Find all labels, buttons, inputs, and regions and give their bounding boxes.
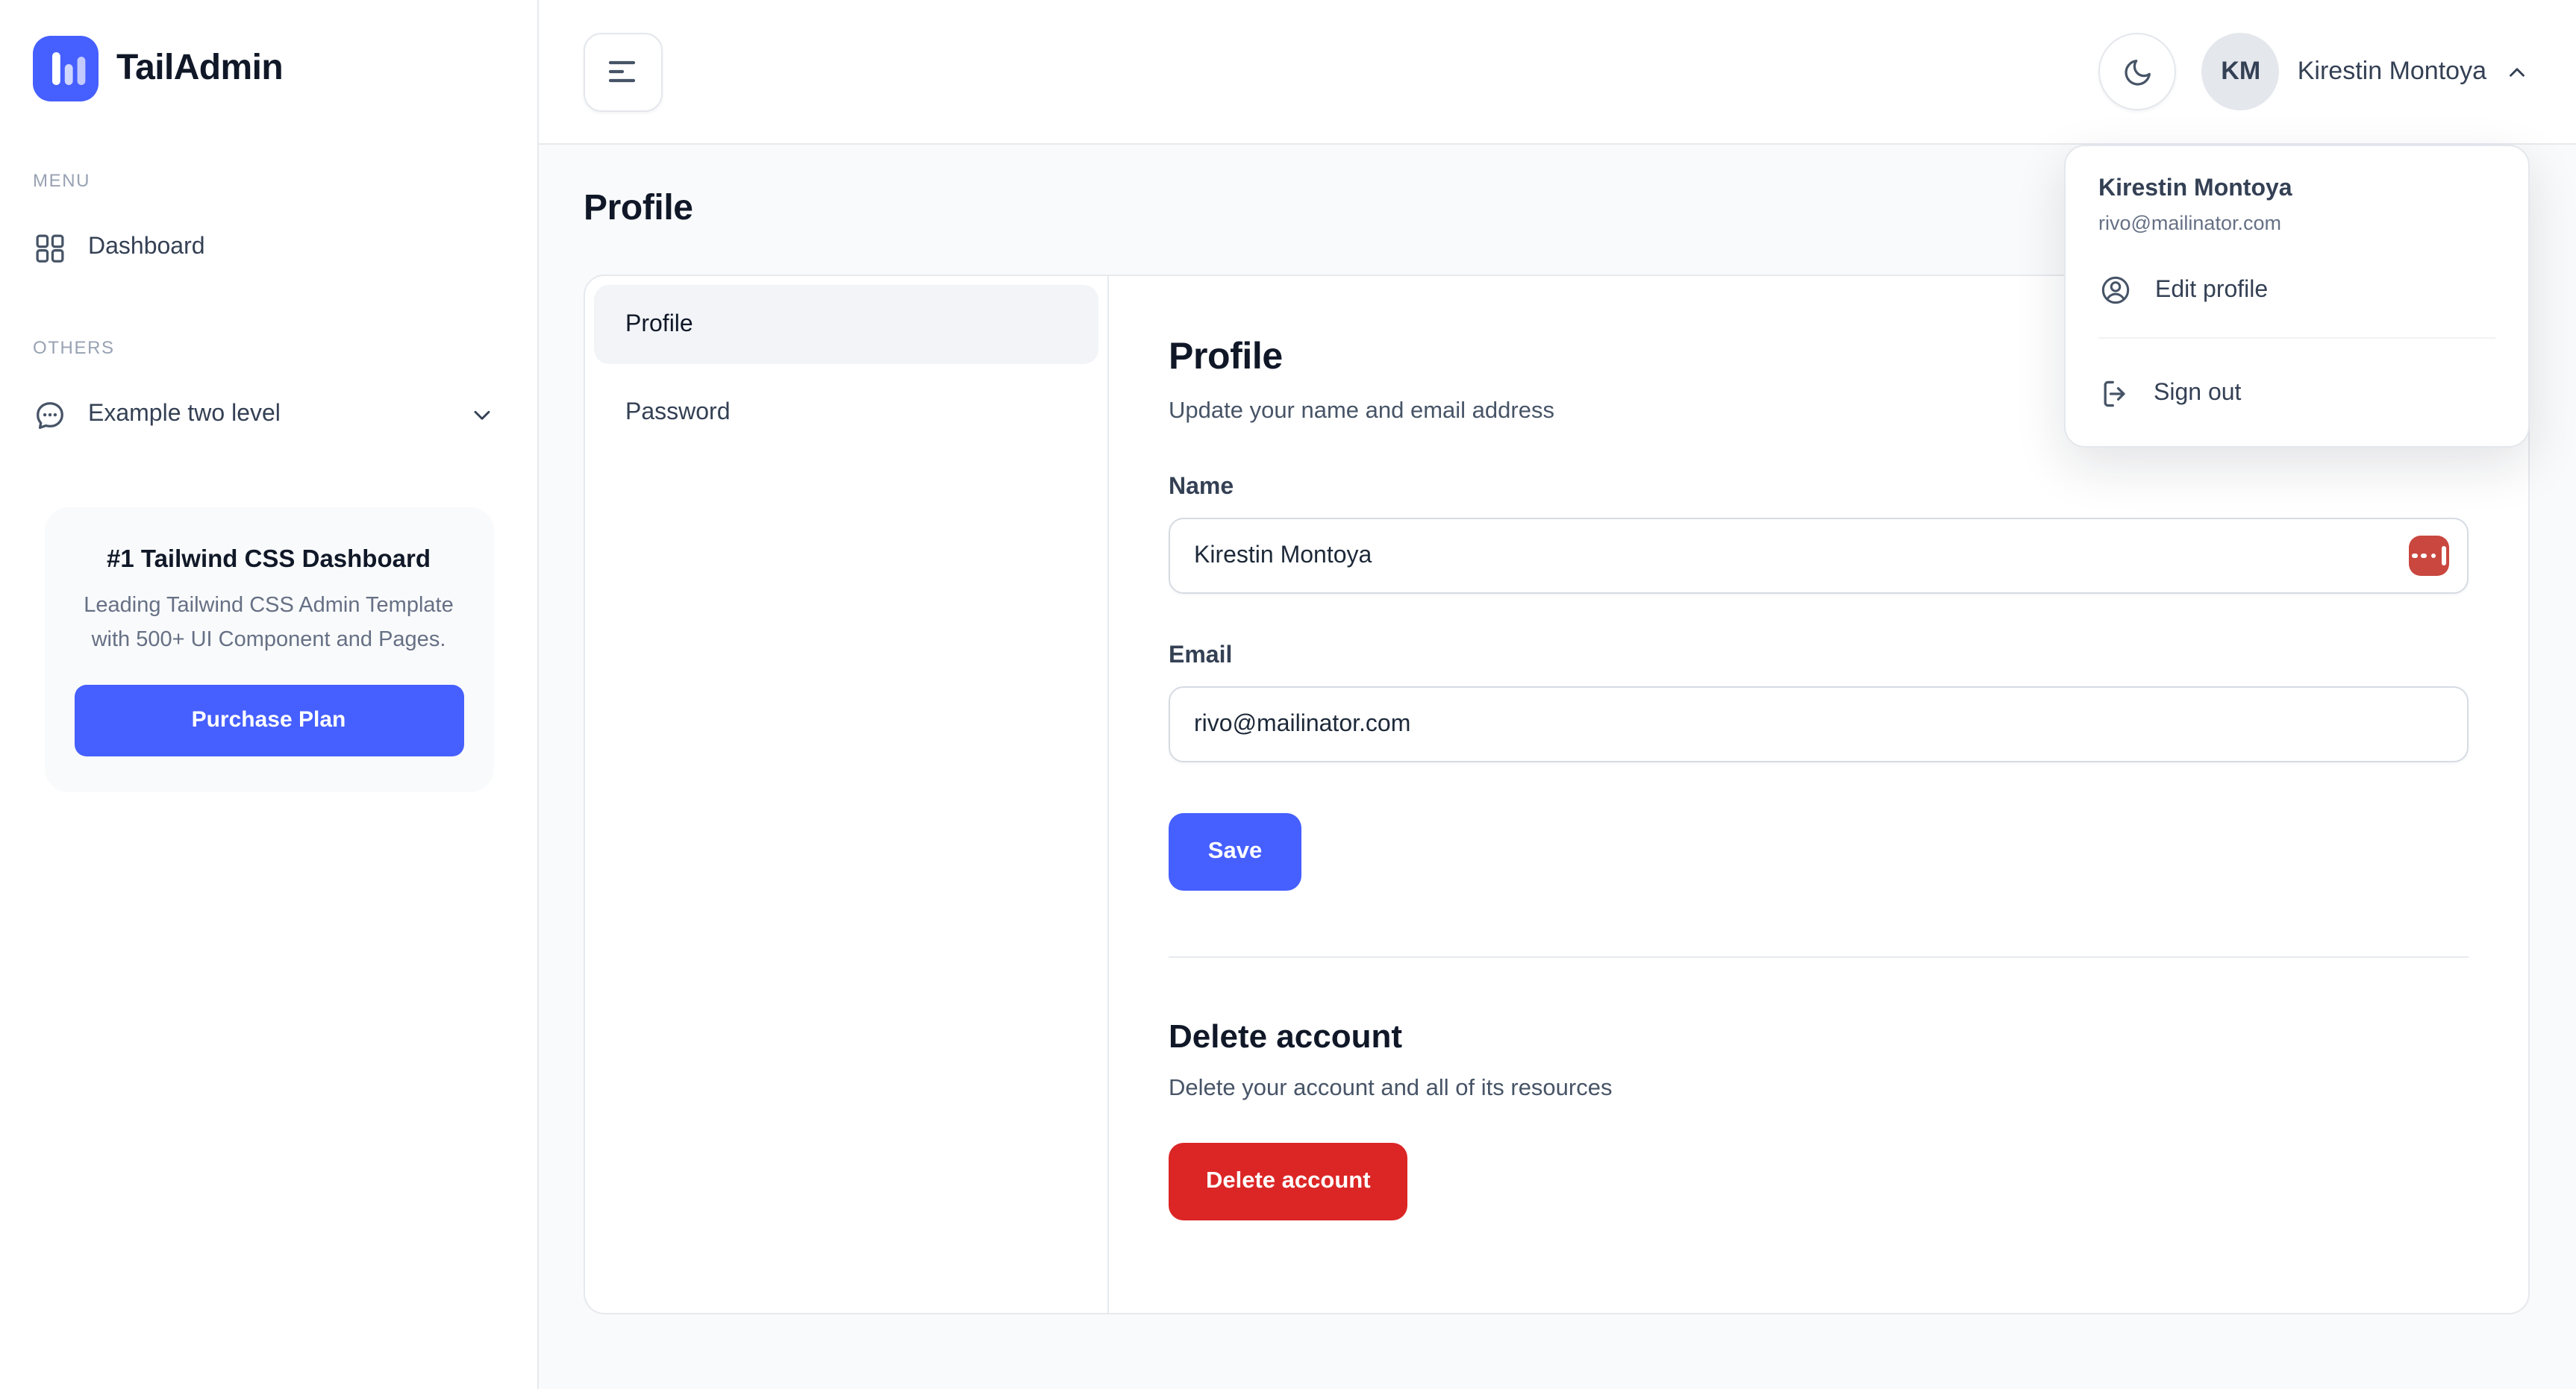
- email-label: Email: [1169, 643, 2469, 670]
- sidebar-item-example-two-level[interactable]: Example two level: [33, 385, 504, 445]
- tab-password[interactable]: Password: [594, 373, 1098, 452]
- user-circle-icon: [2098, 273, 2133, 307]
- sidebar-item-label: Example two level: [88, 401, 281, 428]
- sidebar-item-label: Dashboard: [88, 234, 205, 261]
- password-manager-extension-icon[interactable]: [2409, 536, 2449, 576]
- app-window: TailAdmin MENU Dashboard OTHERS Example …: [0, 0, 2576, 1389]
- avatar: KM: [2202, 33, 2280, 110]
- email-input[interactable]: [1169, 686, 2469, 762]
- name-input[interactable]: [1169, 518, 2469, 594]
- chat-icon: [33, 398, 67, 432]
- moon-icon: [2121, 54, 2155, 89]
- user-dropdown-menu: Kirestin Montoya rivo@mailinator.com Edi…: [2064, 145, 2530, 448]
- delete-account-subtitle: Delete your account and all of its resou…: [1169, 1076, 2469, 1103]
- email-input-wrap: [1169, 686, 2469, 762]
- header-actions: KM Kirestin Montoya: [2099, 33, 2530, 110]
- chevron-down-icon: [469, 401, 495, 428]
- brand-logo[interactable]: TailAdmin: [33, 36, 504, 101]
- header: KM Kirestin Montoya: [539, 0, 2576, 145]
- name-input-wrap: [1169, 518, 2469, 594]
- delete-account-button[interactable]: Delete account: [1169, 1143, 1408, 1220]
- header-user-name: Kirestin Montoya: [2298, 57, 2486, 87]
- tab-profile[interactable]: Profile: [594, 285, 1098, 364]
- chevron-up-icon: [2504, 59, 2530, 84]
- dark-mode-toggle-button[interactable]: [2099, 33, 2177, 110]
- sidebar-section-menu: MENU: [33, 170, 504, 191]
- dropdown-user-name: Kirestin Montoya: [2098, 176, 2495, 203]
- grid-icon: [33, 231, 67, 265]
- sidebar-item-dashboard[interactable]: Dashboard: [33, 218, 504, 278]
- hamburger-icon: [607, 58, 640, 85]
- menu-item-label: Edit profile: [2155, 277, 2268, 304]
- delete-account-title: Delete account: [1169, 1018, 2469, 1056]
- sign-out-icon: [2098, 377, 2131, 410]
- menu-item-label: Sign out: [2154, 380, 2241, 407]
- menu-item-sign-out[interactable]: Sign out: [2098, 369, 2495, 419]
- sidebar-toggle-button[interactable]: [584, 32, 663, 111]
- promo-card: #1 Tailwind CSS Dashboard Leading Tailwi…: [44, 507, 493, 792]
- section-divider: [1169, 956, 2469, 958]
- save-button[interactable]: Save: [1169, 813, 1301, 891]
- dropdown-divider: [2098, 337, 2495, 339]
- purchase-plan-button[interactable]: Purchase Plan: [74, 685, 463, 756]
- settings-tabs: Profile Password: [585, 276, 1109, 1313]
- promo-description: Leading Tailwind CSS Admin Template with…: [74, 589, 463, 658]
- menu-item-edit-profile[interactable]: Edit profile: [2098, 264, 2495, 316]
- dropdown-user-email: rivo@mailinator.com: [2098, 212, 2495, 234]
- taildadmin-logo-icon: [33, 36, 99, 101]
- sidebar: TailAdmin MENU Dashboard OTHERS Example …: [0, 0, 539, 1389]
- main-column: KM Kirestin Montoya Kirestin Montoya riv…: [539, 0, 2576, 1389]
- sidebar-section-others: OTHERS: [33, 337, 504, 358]
- brand-name: TailAdmin: [116, 48, 283, 90]
- user-menu-trigger[interactable]: KM Kirestin Montoya: [2202, 33, 2530, 110]
- name-label: Name: [1169, 474, 2469, 501]
- promo-title: #1 Tailwind CSS Dashboard: [74, 546, 463, 574]
